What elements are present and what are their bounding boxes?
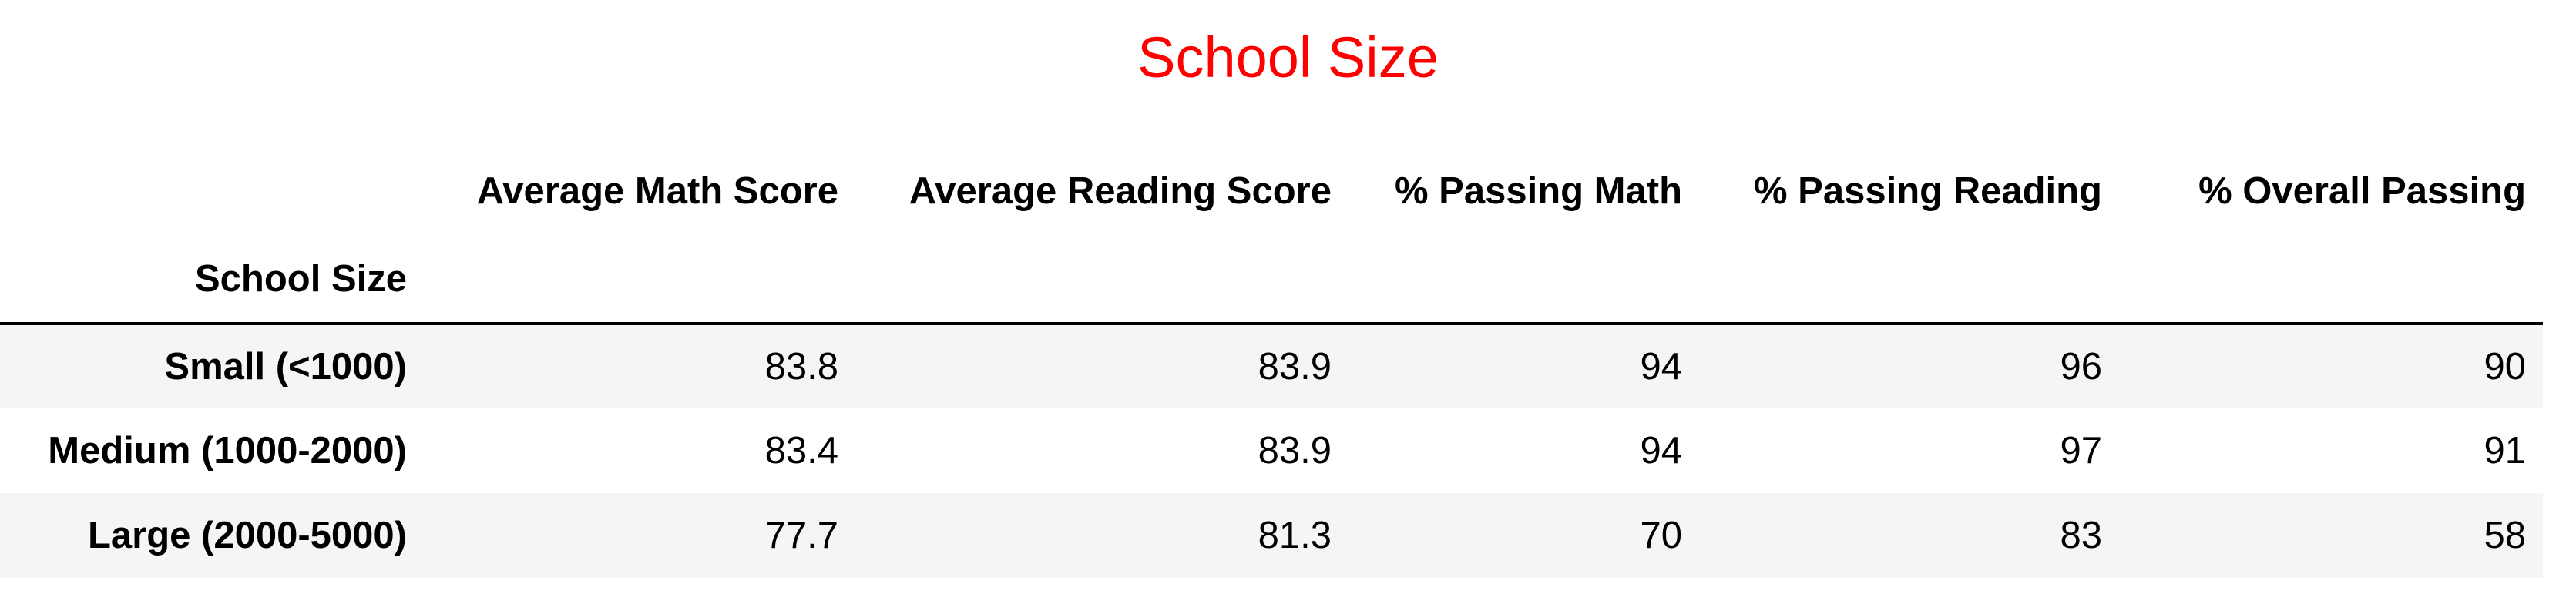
table-cell: 83 [2060,515,2102,556]
table-row: Medium (1000-2000) 83.4 83.9 94 97 91 [0,408,2543,493]
table-cell: 83.8 [764,346,838,388]
column-header: Average Math Score [476,170,838,212]
empty-header-cell [424,235,855,325]
page-title: School Size [1137,25,1439,89]
table-cell: 83.4 [764,430,838,472]
table-cell: 58 [2484,515,2526,556]
table-cell: 77.7 [764,515,838,556]
table-cell: 81.3 [1258,515,1332,556]
row-label: Large (2000-5000) [87,515,407,556]
index-name: School Size [0,235,424,325]
table-cell: 96 [2060,346,2102,388]
row-label: Medium (1000-2000) [48,430,407,472]
column-header: % Passing Reading [1753,170,2102,212]
table-cell: 90 [2484,346,2526,388]
column-header: % Passing Math [1394,170,1682,212]
table-row: Large (2000-5000) 77.7 81.3 70 83 58 [0,493,2543,578]
summary-table: Average Math Score Average Reading Score… [0,146,2543,578]
table-row: Small (<1000) 83.8 83.9 94 96 90 [0,324,2543,408]
empty-header-cell [2119,235,2543,325]
table-cell: 83.9 [1258,346,1332,388]
table-cell: 70 [1640,515,1682,556]
table-cell: 83.9 [1258,430,1332,472]
column-header-row: Average Math Score Average Reading Score… [0,146,2543,235]
column-header: % Overall Passing [2198,170,2526,212]
corner-cell [0,146,424,235]
table-cell: 94 [1640,346,1682,388]
empty-header-cell [1348,235,1699,325]
empty-header-cell [1699,235,2119,325]
table-cell: 91 [2484,430,2526,472]
row-label: Small (<1000) [164,346,407,388]
table-cell: 97 [2060,430,2102,472]
empty-header-cell [855,235,1348,325]
table-cell: 94 [1640,430,1682,472]
column-header: Average Reading Score [908,170,1332,212]
index-header-row: School Size [0,235,2543,325]
